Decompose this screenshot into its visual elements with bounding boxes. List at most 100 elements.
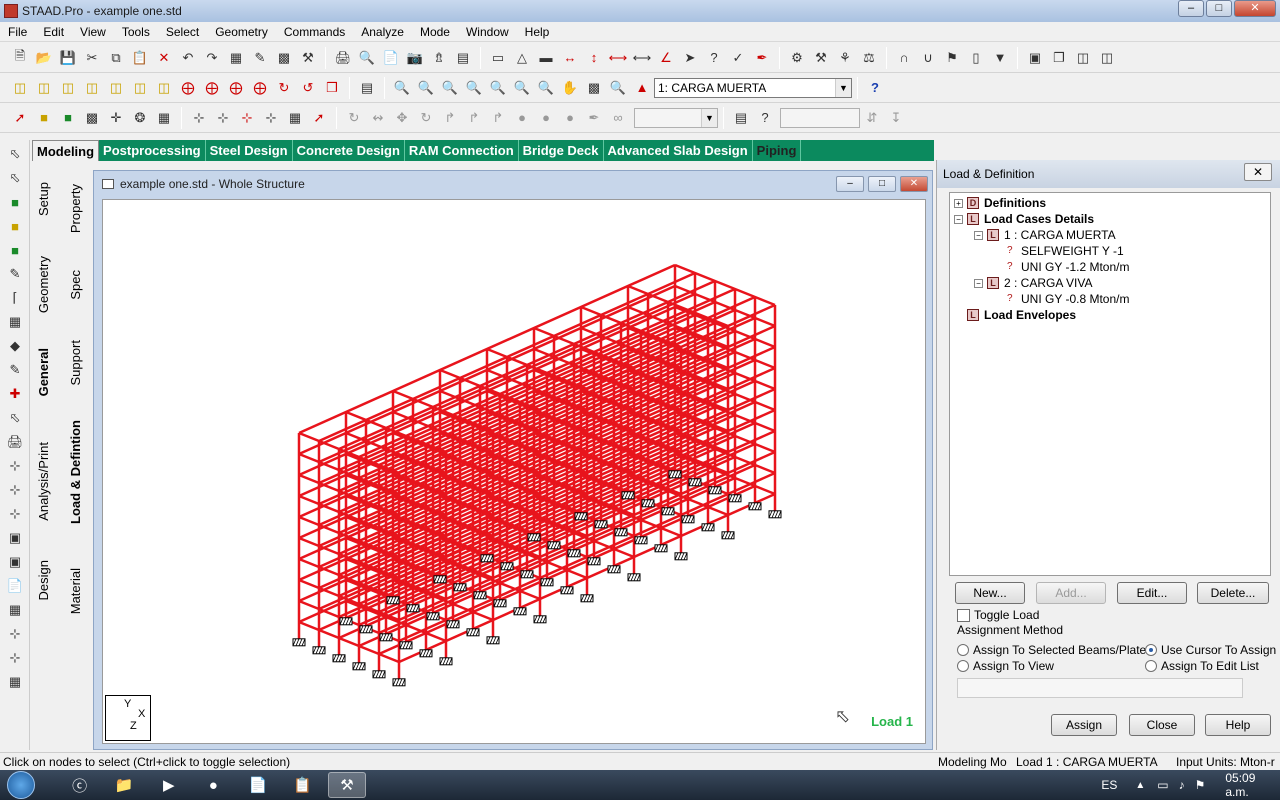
front-view-icon[interactable]: ◫ [34,78,54,98]
doc-minimize-button[interactable]: – [836,176,864,192]
beam-tool-icon[interactable]: ⊹ [5,480,25,500]
angle-icon[interactable]: ∠ [656,48,676,68]
mesh-select-icon[interactable]: ▦ [5,600,25,620]
collapse-icon[interactable] [994,263,1003,272]
network-icon[interactable]: ▭ [1157,778,1168,792]
expand-icon[interactable]: + [954,198,963,208]
select-members-icon[interactable]: ⊹ [5,456,25,476]
close-window-button[interactable]: ✕ [1234,0,1276,17]
camera-icon[interactable]: 📷 [405,48,425,68]
rotate-right-icon[interactable]: ⨁ [250,78,270,98]
collapse-icon[interactable]: − [954,214,963,224]
plate-tool-icon[interactable]: ⊹ [5,504,25,524]
window-icon[interactable]: ▣ [1025,48,1045,68]
render-icon[interactable]: ⚙ [787,48,807,68]
zoom-previous-icon[interactable]: 🔍 [488,78,508,98]
plate-cursor-icon[interactable]: ■ [34,108,54,128]
tree-node[interactable]: ? UNI GY -0.8 Mton/m [950,291,1270,307]
tab-steel-design[interactable]: Steel Design [206,140,293,161]
collapse-icon[interactable] [994,295,1003,304]
flag-icon[interactable]: ⚑ [942,48,962,68]
menu-edit[interactable]: Edit [35,25,72,39]
grid-select-icon[interactable]: ▦ [5,672,25,692]
panel-close-button[interactable]: ✕ [1244,163,1272,181]
node-icon[interactable]: △ [512,48,532,68]
query-box-icon[interactable]: ? [755,108,775,128]
distance-icon[interactable]: ⟷ [632,48,652,68]
notepad-icon[interactable]: 📄 [239,772,278,798]
measure-icon[interactable]: ↕ [584,48,604,68]
tree-node[interactable]: − L 2 : CARGA VIVA [950,275,1270,291]
export-icon[interactable]: ⇯ [429,48,449,68]
vtab-load-definition[interactable]: Load & Defintion [68,420,83,524]
vtab-spec[interactable]: Spec [68,270,83,300]
dimension-icon[interactable]: ↔ [560,48,580,68]
select-pointer-icon[interactable]: ⬁ [5,168,25,188]
toggle-load-checkbox[interactable]: Toggle Load [957,608,1039,622]
comment-icon[interactable]: ▣ [5,528,25,548]
tree-node[interactable]: + D Definitions [950,195,1270,211]
mesh-icon[interactable]: ⚘ [835,48,855,68]
menu-help[interactable]: Help [517,25,558,39]
support-icon[interactable]: ▼ [990,48,1010,68]
tree-node[interactable]: ? UNI GY -1.2 Mton/m [950,259,1270,275]
select-region-icon[interactable]: ❒ [322,78,342,98]
save-icon[interactable]: 💾 [58,48,78,68]
doc-maximize-button[interactable]: □ [868,176,896,192]
beam-cursor-icon[interactable]: ➚ [10,108,30,128]
doc-close-button[interactable]: ✕ [900,176,928,192]
model-canvas[interactable]: Y X Z Load 1 ⬁ [102,199,926,744]
edit-button[interactable]: Edit... [1117,582,1187,604]
add-plate-icon[interactable]: ⊹ [261,108,281,128]
chevron-down-icon[interactable]: ▼ [835,78,851,97]
left-view-icon[interactable]: ◫ [82,78,102,98]
vtab-general[interactable]: General [36,348,51,396]
report-icon[interactable]: 📄 [381,48,401,68]
arc-icon[interactable]: ∪ [918,48,938,68]
structure-member[interactable] [674,263,776,307]
arch-icon[interactable]: ∩ [894,48,914,68]
page-icon[interactable]: ▯ [966,48,986,68]
select-beams-icon[interactable]: ■ [5,192,25,212]
arrange-icon[interactable]: ◫ [1097,48,1117,68]
edit-icon[interactable]: ✎ [250,48,270,68]
explorer-icon[interactable]: 📁 [105,772,144,798]
view-select[interactable]: ▼ [634,107,718,128]
tab-modeling[interactable]: Modeling [32,140,100,161]
open-file-icon[interactable]: 📂 [34,48,54,68]
tab-ram-connection[interactable]: RAM Connection [405,140,519,161]
add-beam-icon[interactable]: ⊹ [189,108,209,128]
renumber-icon[interactable]: ● [512,108,532,128]
help-button[interactable]: Help [1205,714,1271,736]
rotate-left-icon[interactable]: ⨁ [226,78,246,98]
tree-node[interactable]: − L 1 : CARGA MUERTA [950,227,1270,243]
surface-cursor-icon[interactable]: ▩ [82,108,102,128]
node-cursor-icon[interactable]: ✛ [106,108,126,128]
load-tree[interactable]: + D Definitions − L Load Cases Details − L 1 : C… [949,192,1271,576]
select-loads-icon[interactable]: ✎ [5,360,25,380]
table-icon[interactable]: ▦ [226,48,246,68]
checkbox-box[interactable] [957,608,970,622]
menu-commands[interactable]: Commands [276,25,353,39]
tree-node[interactable]: − L Load Cases Details [950,211,1270,227]
select-tool-icon[interactable]: ⬁ [5,408,25,428]
volume-icon[interactable]: ♪ [1179,778,1185,792]
radio-assign-to-edit-list[interactable]: Assign To Edit List [1145,659,1259,673]
assign-button[interactable]: Assign [1051,714,1117,736]
pen-icon[interactable]: ✒ [752,48,772,68]
cut-icon[interactable]: ✂ [82,48,102,68]
select-solids-icon[interactable]: ■ [5,240,25,260]
print-icon[interactable]: 🖨 [333,48,353,68]
frame-icon[interactable]: ▭ [488,48,508,68]
zoom-window-icon[interactable]: 🔍 [392,78,412,98]
collapse-icon[interactable] [994,247,1003,256]
circular-repeat-icon[interactable]: ↻ [416,108,436,128]
language-indicator[interactable]: ES [1101,778,1117,792]
query-icon[interactable]: ? [704,48,724,68]
redo-icon[interactable]: ↷ [202,48,222,68]
add-button[interactable]: Add... [1036,582,1106,604]
tab-concrete-design[interactable]: Concrete Design [293,140,405,161]
spin-icon[interactable]: ⇵ [862,108,882,128]
tab-advanced-slab-design[interactable]: Advanced Slab Design [604,140,753,161]
spin-right-icon[interactable]: ↺ [298,78,318,98]
